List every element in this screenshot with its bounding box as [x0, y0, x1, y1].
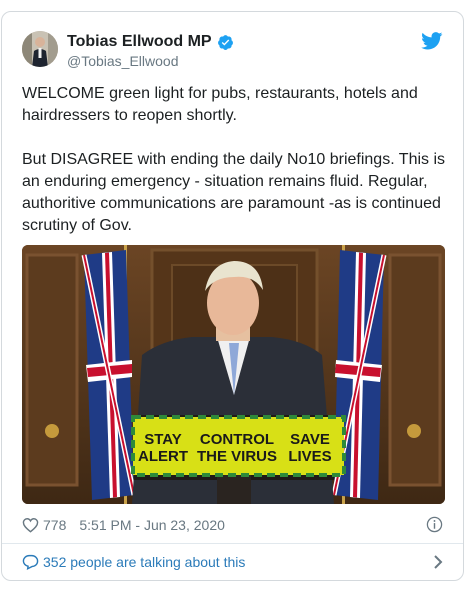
- author-name[interactable]: Tobias Ellwood MP: [67, 33, 212, 51]
- conversation-link[interactable]: 352 people are talking about this: [22, 552, 443, 572]
- author-block: Tobias Ellwood MP @Tobias_Ellwood: [67, 32, 234, 69]
- tweet-timestamp[interactable]: 5:51 PM - Jun 23, 2020: [79, 517, 225, 533]
- tweet-text: WELCOME green light for pubs, restaurant…: [22, 85, 446, 234]
- tweet-header: Tobias Ellwood MP @Tobias_Ellwood: [22, 31, 443, 71]
- sign-left-line2: ALERT: [138, 448, 188, 465]
- chevron-right-icon[interactable]: [433, 554, 443, 570]
- sign-middle-line1: CONTROL: [200, 431, 274, 448]
- sign-middle-line2: THE VIRUS: [197, 448, 277, 465]
- like-count[interactable]: 778: [43, 517, 66, 533]
- info-icon[interactable]: [426, 516, 443, 533]
- author-handle[interactable]: @Tobias_Ellwood: [67, 53, 234, 69]
- heart-icon[interactable]: [22, 517, 39, 533]
- tweet-media-photo[interactable]: STAY ALERT CONTROL THE VIRUS SAVE LIVES: [22, 245, 445, 504]
- sign-right-line2: LIVES: [288, 448, 331, 465]
- talking-count-text[interactable]: 352 people are talking about this: [43, 554, 245, 570]
- speech-bubble-icon: [22, 554, 39, 570]
- divider: [2, 543, 463, 544]
- verified-badge-icon: [217, 34, 234, 51]
- avatar[interactable]: [22, 31, 58, 67]
- sign-left-line1: STAY: [144, 431, 182, 448]
- embedded-tweet-card: Tobias Ellwood MP @Tobias_Ellwood WELCOM…: [1, 11, 464, 581]
- twitter-bird-icon[interactable]: [421, 32, 443, 50]
- tweet-meta: 778 5:51 PM - Jun 23, 2020: [22, 515, 443, 535]
- sign-right-line1: SAVE: [290, 431, 330, 448]
